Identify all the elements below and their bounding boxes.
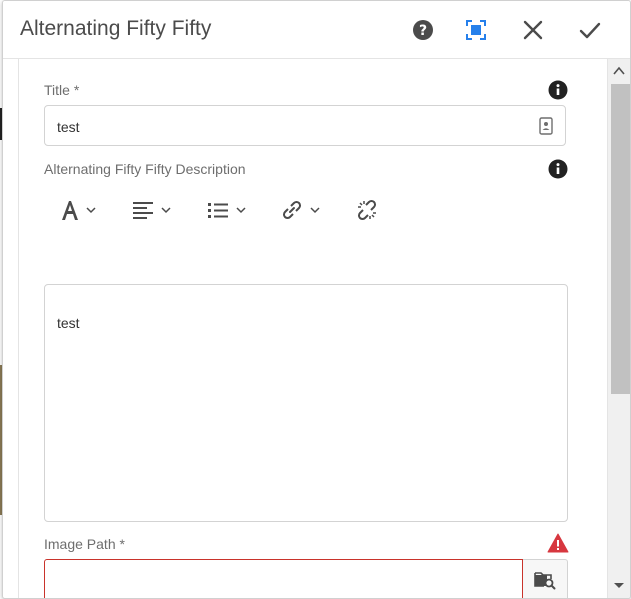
text-format-dropdown[interactable] (60, 194, 100, 226)
close-button[interactable] (521, 18, 545, 42)
info-icon (548, 80, 568, 100)
description-info-button[interactable] (548, 159, 568, 179)
title-value: test (57, 119, 80, 135)
title-label: Title * (44, 82, 80, 98)
image-path-input[interactable] (44, 559, 523, 598)
unlink-icon (357, 199, 377, 221)
description-value: test (57, 315, 80, 331)
rich-text-toolbar (44, 194, 566, 226)
image-path-browse-button[interactable] (523, 559, 568, 598)
description-editor[interactable]: test (44, 284, 568, 522)
info-icon (548, 159, 568, 179)
help-button[interactable]: ? (411, 18, 435, 42)
list-dropdown[interactable] (207, 194, 251, 226)
description-label: Alternating Fifty Fifty Description (44, 161, 246, 177)
dialog-header: Alternating Fifty Fifty ? (3, 1, 630, 59)
title-field[interactable]: test (44, 105, 566, 146)
link-icon (282, 200, 320, 220)
edit-dialog: Alternating Fifty Fifty ? Title * test A… (2, 0, 631, 599)
title-info-button[interactable] (548, 80, 568, 100)
fullscreen-icon (466, 20, 486, 40)
close-icon (523, 20, 543, 40)
align-dropdown[interactable] (132, 194, 176, 226)
contact-card-icon (539, 117, 553, 135)
align-icon (133, 202, 171, 219)
alert-icon (547, 533, 569, 553)
svg-text:?: ? (419, 23, 427, 39)
folder-search-icon (534, 572, 556, 590)
list-icon (208, 203, 246, 218)
dialog-title: Alternating Fifty Fifty (20, 17, 212, 40)
done-button[interactable] (578, 18, 602, 42)
image-path-error-indicator (547, 533, 569, 553)
dialog-content: Title * test Alternating Fifty Fifty Des… (18, 59, 609, 598)
done-check-icon (579, 22, 601, 39)
scroll-down-arrow-icon[interactable] (613, 580, 625, 590)
fullscreen-button[interactable] (464, 18, 488, 42)
help-icon: ? (413, 20, 433, 40)
scroll-up-arrow-icon[interactable] (613, 66, 625, 76)
text-format-icon (62, 201, 96, 220)
image-path-label: Image Path * (44, 536, 125, 552)
unlink-button[interactable] (355, 194, 379, 226)
content-scrollbar[interactable] (607, 59, 630, 598)
scrollbar-thumb[interactable] (611, 84, 630, 394)
link-dropdown[interactable] (281, 194, 325, 226)
